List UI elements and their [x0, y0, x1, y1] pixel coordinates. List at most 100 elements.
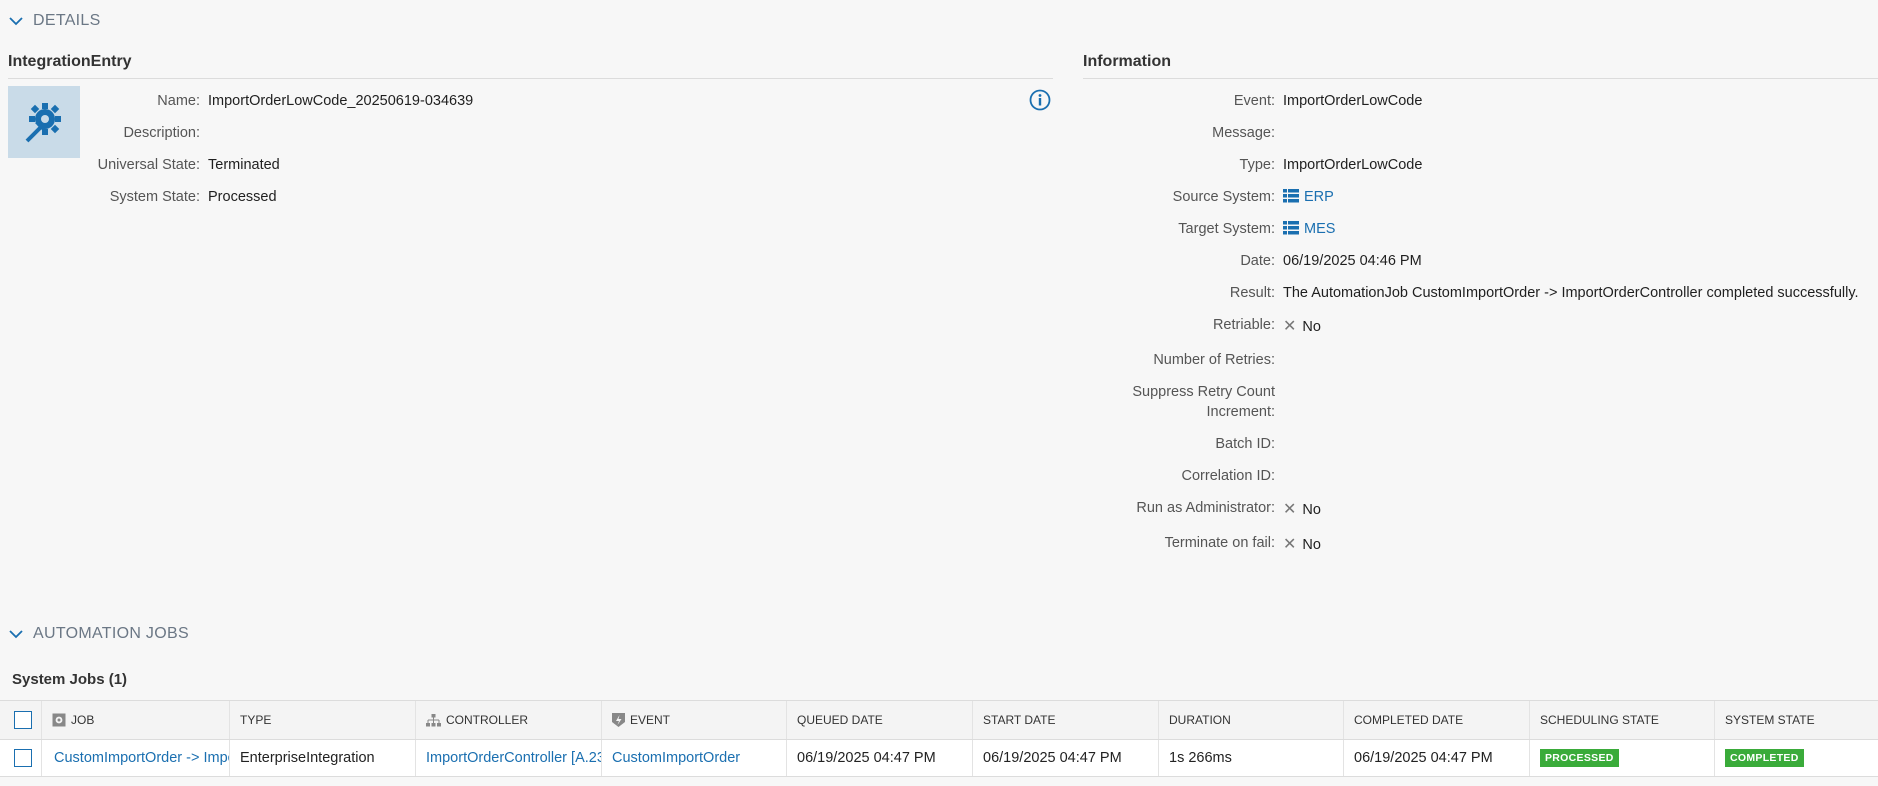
number-of-retries-label: Number of Retries:: [1153, 352, 1275, 368]
details-section-title: DETAILS: [33, 12, 101, 29]
suppress-retry-label-line1: Suppress Retry Count: [1132, 384, 1275, 400]
column-header-start-date[interactable]: START DATE: [973, 701, 1159, 739]
system-jobs-table: JOB TYPE CONTROLLER EVENT QUEUED DATE ST…: [0, 700, 1878, 777]
target-system-value[interactable]: MES: [1304, 221, 1335, 237]
row-start-date-value: 06/19/2025 04:47 PM: [983, 750, 1122, 766]
column-header-system-state-label: SYSTEM STATE: [1725, 713, 1815, 727]
terminate-on-fail-value-wrap: ✕ No: [1283, 534, 1321, 554]
x-icon: ✕: [1283, 536, 1297, 553]
row-system-state-cell: COMPLETED: [1715, 740, 1878, 776]
date-value: 06/19/2025 04:46 PM: [1283, 253, 1422, 269]
row-checkbox[interactable]: [14, 749, 32, 767]
column-header-event-label: EVENT: [630, 713, 671, 727]
source-system-link[interactable]: ERP: [1283, 189, 1334, 205]
column-header-job[interactable]: JOB: [42, 701, 230, 739]
name-value: ImportOrderLowCode_20250619-034639: [208, 93, 474, 109]
row-completed-date-cell: 06/19/2025 04:47 PM: [1344, 740, 1530, 776]
system-list-icon: [1283, 221, 1299, 235]
column-header-event[interactable]: EVENT: [602, 701, 787, 739]
information-title: Information: [1083, 53, 1171, 70]
details-section-toggle[interactable]: DETAILS: [9, 12, 101, 30]
terminate-on-fail-value: No: [1302, 537, 1321, 553]
row-completed-date-value: 06/19/2025 04:47 PM: [1354, 750, 1493, 766]
integration-entry-title: IntegrationEntry: [8, 53, 132, 70]
select-all-cell: [0, 701, 42, 739]
x-icon: ✕: [1283, 318, 1297, 335]
column-header-type[interactable]: TYPE: [230, 701, 416, 739]
column-header-completed-date-label: COMPLETED DATE: [1354, 713, 1464, 727]
event-icon: [612, 713, 625, 727]
retriable-label: Retriable:: [1212, 317, 1275, 333]
correlation-id-label: Correlation ID:: [1181, 468, 1275, 484]
row-queued-date-cell: 06/19/2025 04:47 PM: [787, 740, 973, 776]
select-all-checkbox[interactable]: [14, 711, 32, 729]
system-state-label: System State:: [109, 189, 200, 205]
column-header-duration[interactable]: DURATION: [1159, 701, 1344, 739]
column-header-queued-date-label: QUEUED DATE: [797, 713, 883, 727]
type-label: Type:: [1239, 157, 1275, 173]
row-type-value: EnterpriseIntegration: [240, 750, 375, 766]
retriable-value: No: [1302, 319, 1321, 335]
target-system-link[interactable]: MES: [1283, 221, 1335, 237]
column-header-completed-date[interactable]: COMPLETED DATE: [1344, 701, 1530, 739]
row-select-cell: [0, 740, 42, 776]
row-controller-cell: ImportOrderController [A.23]: [416, 740, 602, 776]
row-event-cell: CustomImportOrder: [602, 740, 787, 776]
row-controller-link[interactable]: ImportOrderController [A.23]: [426, 750, 601, 766]
message-label: Message:: [1212, 125, 1275, 141]
column-header-start-date-label: START DATE: [983, 713, 1056, 727]
system-jobs-title: System Jobs (1): [12, 671, 128, 688]
terminate-on-fail-label: Terminate on fail:: [1164, 535, 1275, 551]
table-header: JOB TYPE CONTROLLER EVENT QUEUED DATE ST…: [0, 701, 1878, 740]
information-divider: [1083, 78, 1878, 79]
result-label: Result:: [1229, 285, 1275, 301]
event-label: Event:: [1233, 93, 1275, 109]
chevron-down-icon: [9, 630, 23, 639]
controller-tree-icon: [426, 713, 441, 726]
table-row[interactable]: CustomImportOrder -> ImportOrderControll…: [0, 740, 1878, 777]
run-as-admin-value-wrap: ✕ No: [1283, 499, 1321, 519]
row-start-date-cell: 06/19/2025 04:47 PM: [973, 740, 1159, 776]
target-system-label: Target System:: [1178, 221, 1275, 237]
name-label: Name:: [157, 93, 200, 109]
source-system-label: Source System:: [1172, 189, 1275, 205]
column-header-controller[interactable]: CONTROLLER: [416, 701, 602, 739]
source-system-value[interactable]: ERP: [1304, 189, 1334, 205]
automation-jobs-section-title: AUTOMATION JOBS: [33, 625, 189, 642]
row-duration-cell: 1s 266ms: [1159, 740, 1344, 776]
column-header-scheduling-state[interactable]: SCHEDULING STATE: [1530, 701, 1715, 739]
universal-state-label: Universal State:: [97, 157, 200, 173]
scheduling-state-badge: PROCESSED: [1540, 749, 1619, 767]
column-header-system-state[interactable]: SYSTEM STATE: [1715, 701, 1878, 739]
chevron-down-icon: [9, 17, 23, 26]
suppress-retry-label: Suppress Retry Count Increment:: [1015, 384, 1275, 420]
universal-state-value: Terminated: [208, 157, 280, 173]
date-label: Date:: [1240, 253, 1275, 269]
column-header-scheduling-state-label: SCHEDULING STATE: [1540, 713, 1659, 727]
run-as-admin-value: No: [1302, 502, 1321, 518]
row-job-link[interactable]: CustomImportOrder -> ImportOrderControll…: [54, 750, 229, 766]
column-header-duration-label: DURATION: [1169, 713, 1231, 727]
row-duration-value: 1s 266ms: [1169, 750, 1232, 766]
event-value: ImportOrderLowCode: [1283, 93, 1423, 109]
system-list-icon: [1283, 189, 1299, 203]
column-header-job-label: JOB: [71, 713, 95, 727]
result-value: The AutomationJob CustomImportOrder -> I…: [1283, 285, 1859, 301]
x-icon: ✕: [1283, 501, 1297, 518]
column-header-type-label: TYPE: [240, 713, 272, 727]
row-event-link[interactable]: CustomImportOrder: [612, 750, 740, 766]
column-header-controller-label: CONTROLLER: [446, 713, 529, 727]
job-gear-icon: [52, 713, 66, 727]
system-state-badge: COMPLETED: [1725, 749, 1804, 767]
batch-id-label: Batch ID:: [1215, 436, 1275, 452]
retriable-value-wrap: ✕ No: [1283, 316, 1321, 336]
description-label: Description:: [123, 125, 200, 141]
suppress-retry-label-line2: Increment:: [1206, 404, 1276, 420]
automation-jobs-section-toggle[interactable]: AUTOMATION JOBS: [9, 625, 189, 643]
row-scheduling-state-cell: PROCESSED: [1530, 740, 1715, 776]
row-queued-date-value: 06/19/2025 04:47 PM: [797, 750, 936, 766]
run-as-admin-label: Run as Administrator:: [1136, 500, 1275, 516]
row-type-cell: EnterpriseIntegration: [230, 740, 416, 776]
column-header-queued-date[interactable]: QUEUED DATE: [787, 701, 973, 739]
type-value: ImportOrderLowCode: [1283, 157, 1423, 173]
